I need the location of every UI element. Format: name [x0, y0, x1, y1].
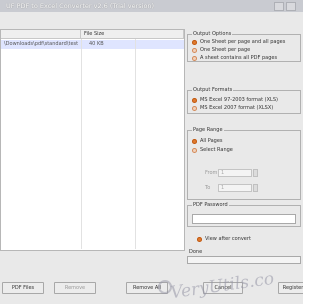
minimize-button[interactable]	[274, 2, 284, 11]
file-list[interactable]: File Size \Downloads\pdf\standard\test..…	[0, 29, 185, 251]
radio-label: MS Excel 2007 format (XLSX)	[200, 105, 274, 111]
from-page-input[interactable]: 1	[218, 169, 252, 177]
radio-one-sheet-all-pages[interactable]	[192, 40, 197, 45]
table-row[interactable]: \Downloads\pdf\standard\test... 40 KB	[1, 40, 184, 49]
file-size-cell: 40 KB	[89, 41, 104, 47]
column-divider	[135, 39, 136, 249]
to-page-value: 1	[221, 185, 225, 191]
radio-one-sheet-per-page[interactable]	[192, 48, 197, 53]
column-divider	[81, 39, 82, 249]
output-formats-legend: Output Formats	[192, 87, 234, 94]
remove-button[interactable]: Remove	[54, 282, 96, 294]
file-name-cell: \Downloads\pdf\standard\test...	[4, 41, 78, 47]
title-bar: UF PDF to Excel Converter v2.6 (Trial ve…	[0, 0, 303, 12]
radio-label: Select Range	[200, 147, 233, 153]
progress-bar	[187, 256, 301, 264]
output-formats-group: Output Formats MS Excel 97-2003 format (…	[187, 87, 301, 114]
output-options-legend: Output Options	[192, 31, 233, 38]
view-after-convert-label: View after convert	[205, 236, 251, 242]
radio-xls-format[interactable]	[192, 98, 197, 103]
pdf-password-input[interactable]	[192, 214, 296, 224]
pdf-password-group: PDF Password	[187, 202, 301, 227]
register-button[interactable]: Register	[278, 282, 303, 294]
done-label: Done	[189, 249, 203, 255]
page-range-legend: Page Range	[192, 127, 224, 134]
close-button[interactable]	[286, 2, 296, 11]
radio-sheet-all-pdf-pages[interactable]	[192, 56, 197, 61]
radio-select-range[interactable]	[192, 148, 197, 153]
output-options-group: Output Options One Sheet per page and al…	[187, 31, 301, 62]
to-page-input[interactable]: 1	[218, 184, 252, 192]
radio-label: One Sheet per page	[200, 47, 251, 53]
column-header-size[interactable]: File Size	[81, 30, 184, 39]
watermark: VeryUtils.co	[169, 268, 276, 304]
app-window: UF PDF to Excel Converter v2.6 (Trial ve…	[0, 0, 303, 304]
radio-all-pages[interactable]	[192, 139, 197, 144]
page-range-group: Page Range All Pages Select Range From 1…	[187, 127, 301, 200]
radio-label: All Pages	[200, 138, 223, 144]
view-after-convert-checkbox[interactable]	[197, 237, 202, 242]
radio-label: MS Excel 97-2003 format (XLS)	[200, 97, 278, 103]
pdf-password-legend: PDF Password	[192, 202, 229, 209]
radio-xlsx-format[interactable]	[192, 106, 197, 111]
radio-label: One Sheet per page and all pages	[200, 39, 286, 45]
column-header-name[interactable]	[1, 30, 81, 39]
from-page-value: 1	[221, 170, 225, 176]
to-label: To	[205, 185, 211, 191]
from-label: From	[205, 170, 218, 176]
add-pdf-files-button[interactable]: PDF Files	[2, 282, 44, 294]
from-spinner[interactable]	[253, 169, 258, 177]
radio-label: A sheet contains all PDF pages	[200, 55, 278, 61]
window-title: UF PDF to Excel Converter v2.6 (Trial ve…	[6, 2, 155, 10]
to-spinner[interactable]	[253, 184, 258, 192]
